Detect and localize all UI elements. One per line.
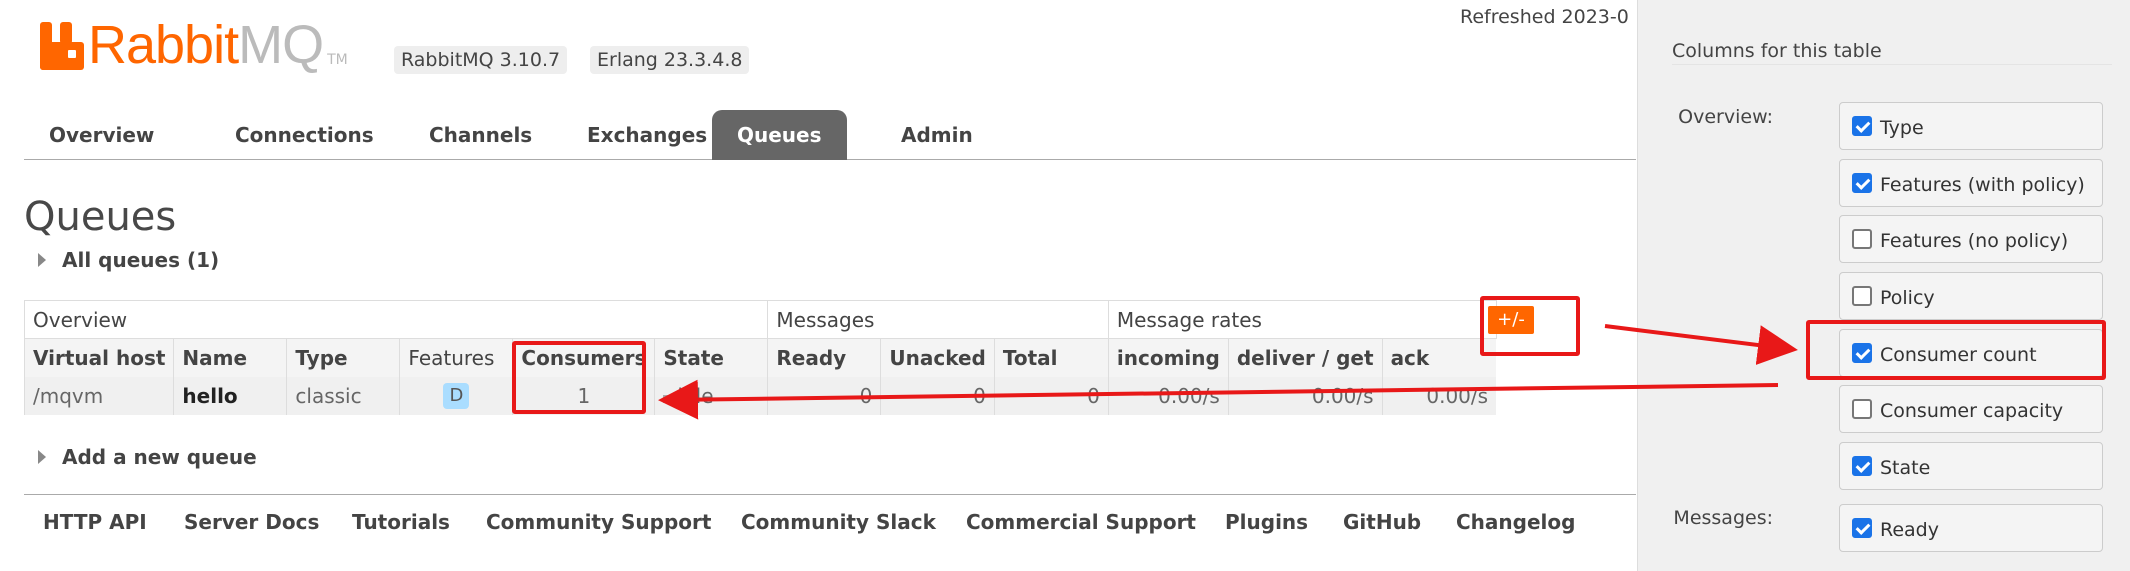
- annotation-arrows: [658, 324, 1798, 420]
- annotation-arrow-to-consumers-column: [658, 379, 1779, 420]
- annotation-arrow-to-consumer-count: [1604, 324, 1798, 365]
